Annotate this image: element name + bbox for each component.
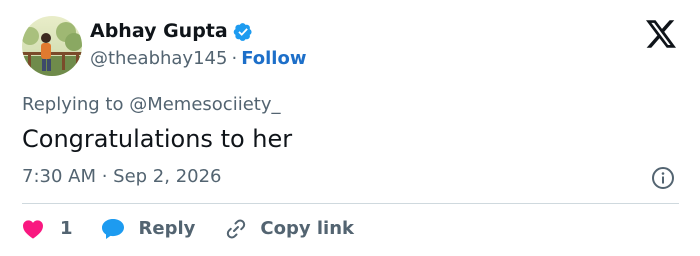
tweet-text: Congratulations to her	[22, 125, 293, 153]
copy-link-button[interactable]: Copy link	[224, 217, 354, 241]
author-handle[interactable]: @theabhay145	[90, 48, 227, 69]
action-bar: 1 Reply Copy link	[22, 216, 354, 242]
separator-dot: ·	[231, 48, 238, 69]
info-icon[interactable]	[651, 166, 675, 190]
replying-to-label: Replying to @Memesociiety_	[22, 94, 281, 115]
reply-label: Reply	[138, 218, 196, 239]
link-icon	[227, 219, 246, 239]
heart-icon	[23, 220, 43, 239]
tweet-timestamp[interactable]: 7:30 AM · Sep 2, 2026	[22, 165, 222, 189]
like-button[interactable]: 1	[22, 217, 73, 241]
x-logo-icon[interactable]	[646, 20, 676, 48]
avatar-image	[22, 16, 82, 76]
divider	[22, 203, 679, 204]
verified-badge-icon	[233, 23, 252, 41]
author-handle-row: @theabhay145 · Follow	[90, 47, 306, 71]
speech-bubble-icon	[101, 219, 124, 239]
like-count: 1	[60, 218, 73, 239]
author-display-name[interactable]: Abhay Gupta	[90, 19, 228, 43]
avatar[interactable]	[22, 16, 82, 76]
follow-button[interactable]: Follow	[241, 48, 306, 69]
tweet-card: Abhay Gupta @theabhay145 · Follow Replying…	[0, 0, 700, 256]
copy-link-label: Copy link	[260, 218, 354, 239]
reply-button[interactable]: Reply	[101, 217, 196, 241]
